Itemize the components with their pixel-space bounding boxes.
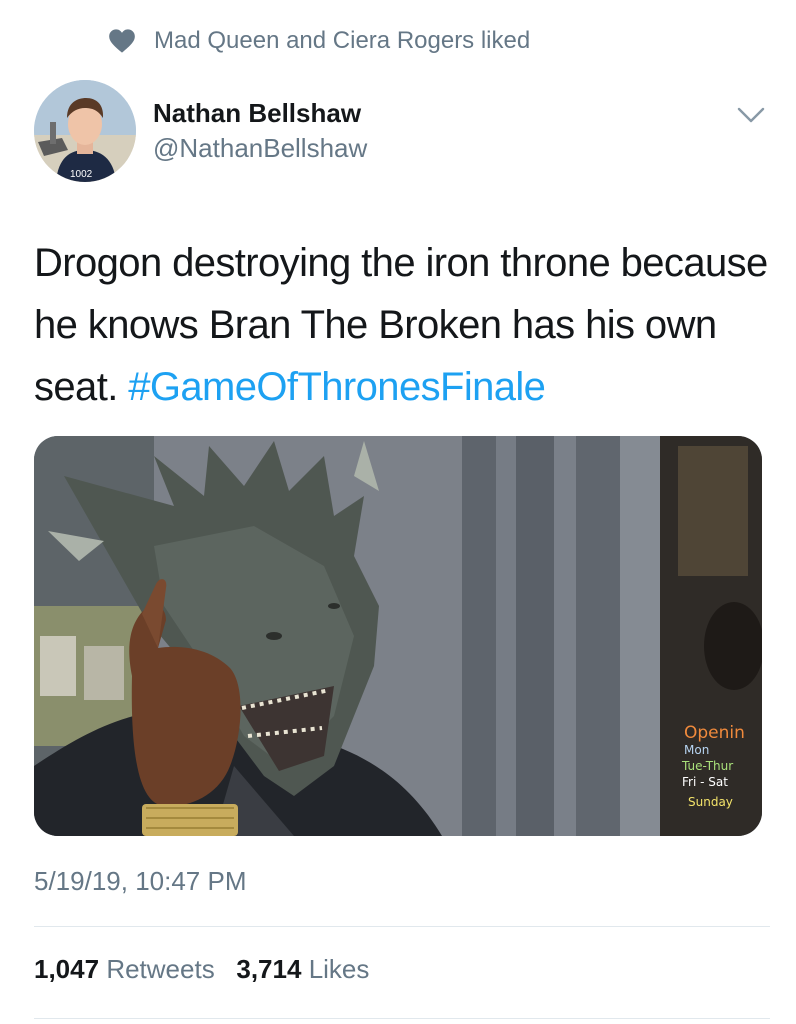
tweet-text: Drogon destroying the iron throne becaus… [34,232,774,418]
likes-count: 3,714 [236,954,302,984]
social-context: Mad Queen and Ciera Rogers liked [108,24,530,58]
author-handle[interactable]: @NathanBellshaw [153,130,367,166]
sign-line: Mon [684,743,709,757]
hashtag-link[interactable]: #GameOfThronesFinale [128,365,546,409]
divider [34,1018,770,1019]
sign-line: Openin [684,723,745,743]
avatar-shirt-text: 1002 [70,169,93,180]
author-block[interactable]: Nathan Bellshaw @NathanBellshaw [153,96,367,166]
retweets-stat[interactable]: 1,047 Retweets [34,954,215,984]
media-image: Openin Mon Tue-Thur Fri - Sat Sunday [34,436,762,836]
tweet-stats: 1,047 Retweets 3,714 Likes [34,954,369,985]
heart-icon [109,29,135,53]
retweets-count: 1,047 [34,954,100,984]
chevron-down-icon[interactable] [736,104,766,126]
sign-line: Sunday [688,795,733,809]
retweets-label: Retweets [106,954,215,984]
sign-line: Fri - Sat [682,775,728,789]
avatar[interactable]: 1002 [34,80,136,182]
tweet-media[interactable]: Openin Mon Tue-Thur Fri - Sat Sunday [34,436,762,836]
social-context-text: Mad Queen and Ciera Rogers liked [154,27,531,54]
timestamp[interactable]: 5/19/19, 10:47 PM [34,866,246,897]
author-name[interactable]: Nathan Bellshaw [153,96,367,130]
sign-line: Tue-Thur [681,759,733,773]
likes-label: Likes [308,954,370,984]
likes-stat[interactable]: 3,714 Likes [236,954,369,984]
avatar-image: 1002 [34,80,136,182]
divider [34,926,770,927]
